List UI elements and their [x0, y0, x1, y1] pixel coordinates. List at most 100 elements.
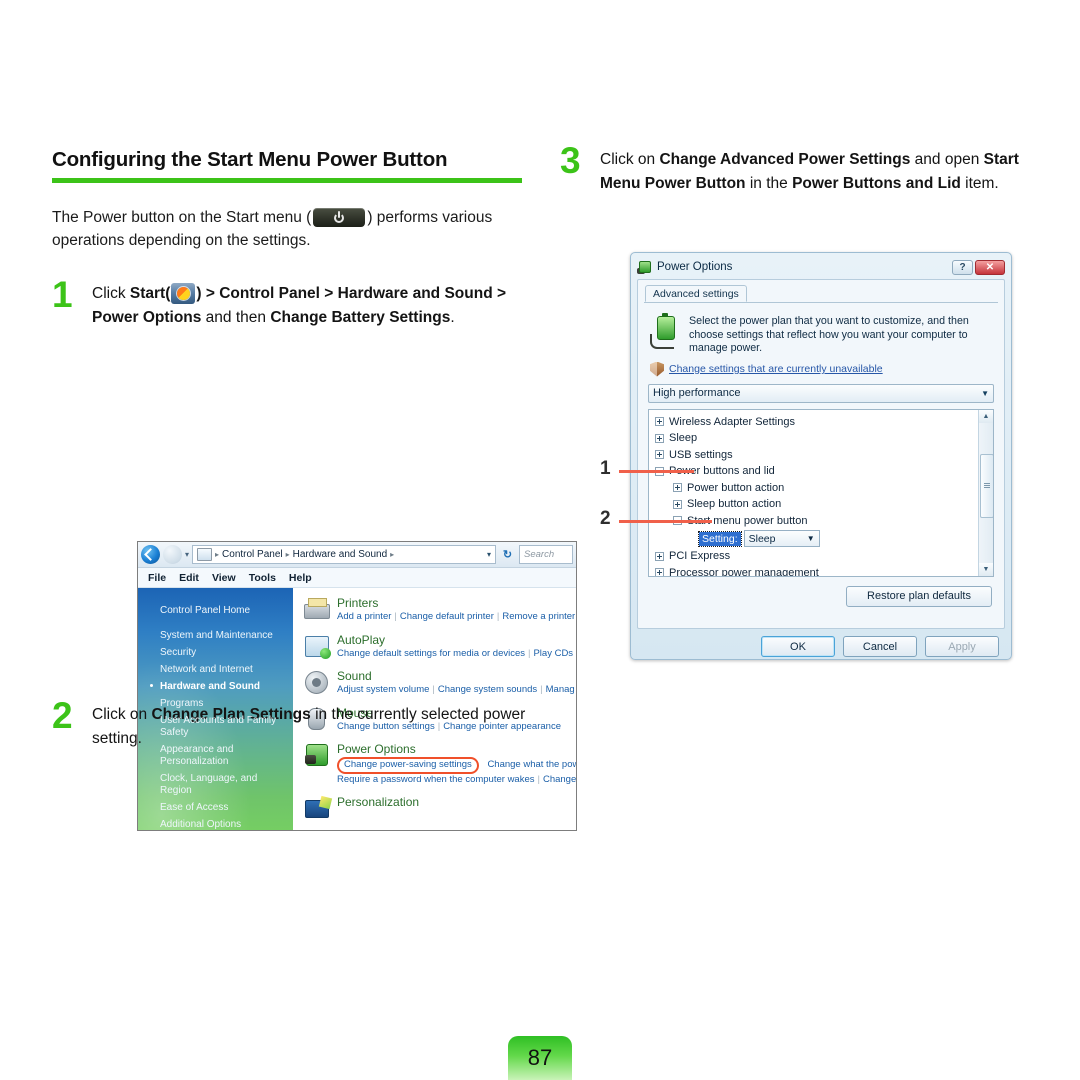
- window-controls: ? ✕: [952, 259, 1005, 275]
- link-manage-audio[interactable]: Manag: [546, 684, 575, 695]
- sidebar-item-control-panel-home[interactable]: Control Panel Home: [138, 602, 293, 619]
- tree-row-sleep-button-action[interactable]: Sleep button action: [655, 496, 993, 513]
- advanced-settings-tree[interactable]: Wireless Adapter Settings Sleep USB sett…: [648, 408, 994, 577]
- sidebar-item-clock-language-and-region[interactable]: Clock, Language, and Region: [138, 770, 293, 799]
- menu-edit[interactable]: Edit: [179, 572, 199, 584]
- tree-label: USB settings: [669, 448, 733, 461]
- sidebar-item-additional-options[interactable]: Additional Options: [138, 816, 293, 830]
- breadcrumb-item-1[interactable]: Hardware and Sound: [293, 549, 388, 560]
- breadcrumb-dropdown-icon[interactable]: ▾: [487, 550, 491, 559]
- power-options-dialog-screenshot: Power Options ? ✕ Advanced settings Sele…: [630, 252, 1012, 660]
- setting-row: Setting: Sleep ▼: [655, 529, 993, 548]
- close-icon[interactable]: ✕: [975, 259, 1005, 275]
- sidebar-item-network-and-internet[interactable]: Network and Internet: [138, 661, 293, 678]
- link-change-when-computer-sleeps[interactable]: Change w: [543, 774, 576, 785]
- tree-row-processor-power-management[interactable]: Processor power management: [655, 565, 993, 576]
- power-plan-selected-value: High performance: [653, 387, 741, 399]
- link-change-power-saving-settings-highlighted[interactable]: Change power-saving settings: [337, 757, 479, 774]
- tree-row-wireless-adapter-settings[interactable]: Wireless Adapter Settings: [655, 414, 993, 431]
- power-plan-select[interactable]: High performance ▼: [648, 383, 994, 403]
- menu-file[interactable]: File: [148, 572, 166, 584]
- dialog-blurb-text: Select the power plan that you want to c…: [689, 315, 969, 354]
- cp-links-sound: Adjust system volume | Change system sound…: [337, 684, 575, 695]
- refresh-icon[interactable]: ↻: [499, 546, 516, 563]
- search-input[interactable]: Search: [519, 545, 573, 564]
- setting-value: Sleep: [748, 532, 776, 545]
- step3-frag-clickon: Click on: [600, 151, 660, 168]
- sidebar-item-security[interactable]: Security: [138, 644, 293, 661]
- dialog-title-bar: Power Options ? ✕: [635, 257, 1007, 277]
- chevron-down-icon: ▼: [806, 534, 815, 543]
- link-remove-a-printer[interactable]: Remove a printer: [502, 611, 575, 622]
- cp-group-title-personalization[interactable]: Personalization: [337, 795, 419, 809]
- expand-plus-icon[interactable]: [655, 450, 664, 460]
- cp-links-power-2: Require a password when the computer wak…: [337, 774, 576, 787]
- cp-sidebar: Control Panel Home System and Maintenanc…: [138, 588, 293, 830]
- sidebar-item-appearance-and-personalization[interactable]: Appearance and Personalization: [138, 741, 293, 770]
- scrollbar-thumb[interactable]: [980, 453, 993, 518]
- change-settings-link[interactable]: Change settings that are currently unava…: [669, 363, 883, 375]
- link-change-default-settings[interactable]: Change default settings for media or dev…: [337, 648, 525, 659]
- cp-group-title-sound[interactable]: Sound: [337, 669, 575, 683]
- cp-group-sound: Sound Adjust system volume | Change system…: [303, 669, 576, 697]
- link-require-password[interactable]: Require a password when the computer wak…: [337, 774, 535, 785]
- tree-label: Sleep button action: [687, 498, 782, 511]
- sidebar-item-user-accounts-and-family-safety[interactable]: User Accounts and Family Safety: [138, 712, 293, 741]
- scroll-up-icon[interactable]: ▲: [979, 409, 993, 423]
- uac-link-row[interactable]: Change settings that are currently unava…: [650, 361, 998, 377]
- cp-group-title-printers[interactable]: Printers: [337, 596, 575, 610]
- setting-dropdown[interactable]: Sleep ▼: [743, 530, 820, 547]
- expand-plus-icon[interactable]: [673, 499, 682, 509]
- sidebar-item-ease-of-access[interactable]: Ease of Access: [138, 799, 293, 816]
- cp-group-printers: Printers Add a printer | Change default pr…: [303, 596, 576, 624]
- sidebar-item-system-and-maintenance[interactable]: System and Maintenance: [138, 627, 293, 644]
- ok-button[interactable]: OK: [761, 636, 835, 657]
- expand-plus-icon[interactable]: [655, 433, 664, 443]
- menu-help[interactable]: Help: [289, 572, 312, 584]
- tree-row-pci-express[interactable]: PCI Express: [655, 548, 993, 565]
- breadcrumb-item-0[interactable]: Control Panel: [222, 549, 283, 560]
- step-1-number: 1: [52, 274, 73, 315]
- expand-plus-icon[interactable]: [655, 568, 664, 576]
- menu-tools[interactable]: Tools: [249, 572, 276, 584]
- link-add-a-printer[interactable]: Add a printer: [337, 611, 391, 622]
- tree-label: Wireless Adapter Settings: [669, 415, 795, 428]
- sidebar-item-hardware-and-sound[interactable]: Hardware and Sound: [138, 678, 293, 695]
- address-dropdown-caret-icon[interactable]: ▾: [185, 550, 189, 559]
- link-change-system-sounds[interactable]: Change system sounds: [438, 684, 537, 695]
- step3-frag-inthe: in the: [745, 174, 793, 192]
- power-button-icon: [313, 208, 366, 227]
- tree-row-usb-settings[interactable]: USB settings: [655, 447, 993, 464]
- tab-advanced-settings[interactable]: Advanced settings: [645, 285, 747, 302]
- restore-plan-defaults-button[interactable]: Restore plan defaults: [846, 585, 992, 607]
- tree-row-power-buttons-and-lid[interactable]: Power buttons and lid: [655, 463, 993, 480]
- menu-view[interactable]: View: [212, 572, 236, 584]
- sidebar-item-programs[interactable]: Programs: [138, 695, 293, 712]
- link-adjust-system-volume[interactable]: Adjust system volume: [337, 684, 429, 695]
- step-3-number: 3: [560, 140, 581, 181]
- link-change-default-printer[interactable]: Change default printer: [400, 611, 494, 622]
- cp-group-title-autoplay[interactable]: AutoPlay: [337, 633, 576, 647]
- scroll-down-icon[interactable]: ▼: [979, 562, 993, 576]
- apply-button[interactable]: Apply: [925, 636, 999, 657]
- folder-icon: [197, 548, 213, 561]
- cancel-button[interactable]: Cancel: [843, 636, 917, 657]
- expand-plus-icon[interactable]: [655, 417, 664, 427]
- tree-row-power-button-action[interactable]: Power button action: [655, 480, 993, 497]
- callout-number-1: 1: [600, 458, 611, 479]
- back-arrow-icon[interactable]: [141, 545, 160, 564]
- tree-scrollbar[interactable]: ▲ ▼: [978, 409, 993, 576]
- help-button[interactable]: ?: [952, 259, 973, 275]
- tree-row-sleep[interactable]: Sleep: [655, 430, 993, 447]
- autoplay-icon: [303, 633, 331, 659]
- breadcrumb[interactable]: ▸ Control Panel ▸ Hardware and Sound ▸ ▾: [192, 545, 496, 564]
- right-column: 3 Click on Change Advanced Power Setting…: [560, 142, 1030, 195]
- expand-plus-icon[interactable]: [673, 483, 682, 493]
- sound-icon: [303, 669, 329, 694]
- expand-plus-icon[interactable]: [655, 551, 664, 561]
- link-play-cds[interactable]: Play CDs or: [533, 648, 576, 659]
- link-change-what-power-buttons-do[interactable]: Change what the power b: [487, 759, 576, 770]
- tree-label: Power button action: [687, 481, 785, 494]
- forward-arrow-icon[interactable]: [163, 545, 182, 564]
- page-root: Configuring the Start Menu Power Button …: [0, 0, 1080, 1080]
